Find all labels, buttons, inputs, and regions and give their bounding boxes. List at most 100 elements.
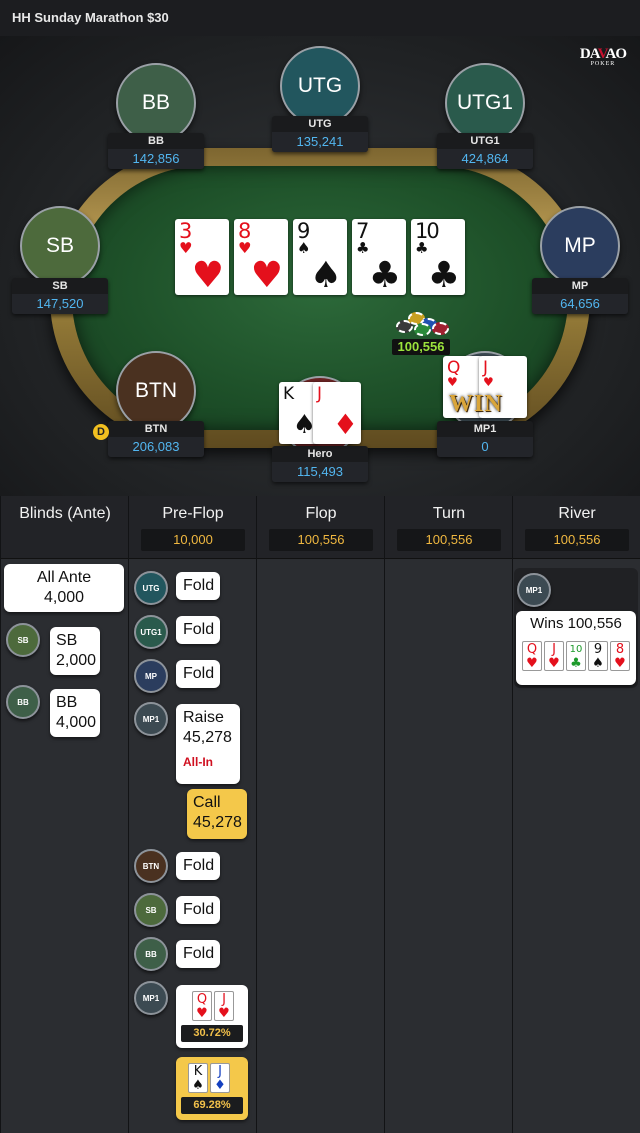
club-suit-icon: ♣: [368, 255, 401, 296]
seat-mp-label: MP: [564, 234, 596, 257]
all-in-tag: All-In: [183, 755, 213, 769]
spade-suit-icon: ♠: [309, 255, 342, 296]
pot-chips-icon: [394, 308, 450, 338]
bb-amount: 4,000: [56, 714, 97, 731]
street-title: Turn: [432, 505, 466, 522]
title-bar: HH Sunday Marathon $30: [0, 0, 640, 36]
mini-card-rank: 8: [615, 642, 625, 657]
seat-utg1-avatar[interactable]: UTG1: [445, 63, 525, 143]
mini-card-rank: J: [552, 642, 556, 657]
sb-amount: 2,000: [56, 652, 97, 669]
logo-text-c: AO: [605, 46, 627, 62]
winning-card: Q ♥: [522, 641, 542, 671]
hero-showdown-hand: K ♠ J ♦ 69.28%: [176, 1057, 248, 1120]
seat-btn-plate: BTN 206,083: [108, 421, 204, 457]
seat-utg-plate: UTG 135,241: [272, 116, 368, 152]
seat-sb-avatar[interactable]: SB: [20, 206, 100, 286]
win-badge: WIN: [449, 391, 503, 417]
mini-card-rank: J: [222, 992, 226, 1007]
seat-bb-stack: 142,856: [108, 149, 204, 169]
seat-hero-plate: Hero 115,493: [272, 446, 368, 482]
street-header-flop: Flop 100,556: [257, 496, 385, 559]
heart-suit-icon: ♥: [250, 255, 283, 296]
seat-btn-avatar[interactable]: BTN: [116, 351, 196, 431]
spade-suit-icon: ♠: [192, 1078, 204, 1093]
heart-suit-icon: ♥: [614, 656, 626, 671]
sb-blind-action: SB 2,000: [50, 627, 100, 675]
mini-card-rank: 10: [569, 644, 583, 655]
street-column-flop: Flop 100,556: [256, 496, 385, 1133]
winning-card: 9 ♠: [588, 641, 608, 671]
street-header-blinds: Blinds (Ante): [1, 496, 129, 559]
seat-sb-stack: 147,520: [12, 294, 108, 314]
heart-suit-icon: ♥: [191, 255, 224, 296]
street-title: Blinds (Ante): [19, 505, 111, 522]
tournament-title: HH Sunday Marathon $30: [12, 10, 169, 25]
bb-fold-action: Fold: [176, 940, 220, 968]
street-pot: 100,556: [397, 529, 501, 551]
seat-hero-stack: 115,493: [272, 462, 368, 482]
heart-suit-icon: ♥: [179, 239, 193, 257]
hero-card-1-rank: K: [283, 384, 294, 404]
board-card-2: 8 ♥ ♥: [234, 219, 288, 295]
heart-suit-icon: ♥: [218, 1006, 230, 1021]
hand-history-screen: HH Sunday Marathon $30 DAVAO POKER BB BB…: [0, 0, 640, 1133]
player-badge-mp[interactable]: MP: [134, 659, 168, 693]
raise-amount: 45,278: [183, 729, 232, 746]
player-badge-mp1[interactable]: MP1: [134, 981, 168, 1015]
wins-amount: Wins 100,556: [530, 615, 622, 632]
seat-utg1-name: UTG1: [470, 135, 500, 147]
player-badge-utg1[interactable]: UTG1: [134, 615, 168, 649]
action-history-grid: Blinds (Ante) Pre-Flop 10,000 Flop 100,556…: [0, 496, 640, 1133]
street-header-preflop: Pre-Flop 10,000: [129, 496, 257, 559]
seat-bb-plate: BB 142,856: [108, 133, 204, 169]
seat-utg-label: UTG: [297, 74, 343, 97]
mini-card-rank: Q: [196, 992, 208, 1007]
player-badge-bb[interactable]: BB: [134, 937, 168, 971]
street-header-river: River 100,556: [513, 496, 640, 559]
seat-bb-label: BB: [141, 91, 170, 114]
club-suit-icon: ♣: [427, 255, 460, 296]
street-pot: 100,556: [269, 529, 373, 551]
mini-card: J ♦: [210, 1063, 230, 1093]
spade-suit-icon: ♠: [297, 239, 311, 257]
hero-equity: 69.28%: [181, 1097, 243, 1114]
street-pot: 10,000: [141, 529, 245, 551]
board-card-5: 10 ♣ ♣: [411, 219, 465, 295]
hero-call-action: Call 45,278: [187, 789, 247, 839]
seat-utg1-label: UTG1: [456, 91, 513, 114]
mini-card-rank: J: [218, 1064, 222, 1079]
winning-card: 10 ♣: [566, 641, 586, 671]
player-badge-utg[interactable]: UTG: [134, 571, 168, 605]
winning-card: 8 ♥: [610, 641, 630, 671]
player-badge-bb[interactable]: BB: [6, 685, 40, 719]
player-badge-sb[interactable]: SB: [134, 893, 168, 927]
player-badge-mp1[interactable]: MP1: [134, 702, 168, 736]
sb-label: SB: [56, 632, 78, 649]
ante-label: All Ante: [36, 569, 92, 586]
mini-card-rank: 9: [593, 642, 603, 657]
heart-suit-icon: ♥: [196, 1006, 208, 1021]
pot-amount: 100,556: [392, 339, 450, 355]
seat-utg-name: UTG: [308, 118, 332, 130]
mini-card-rank: K: [193, 1064, 203, 1079]
mini-card: K ♠: [188, 1063, 208, 1093]
diamond-suit-icon: ♦: [332, 408, 358, 441]
btn-fold-action: Fold: [176, 852, 220, 880]
seat-mp1-name: MP1: [473, 423, 497, 435]
seat-mp-avatar[interactable]: MP: [540, 206, 620, 286]
street-column-turn: Turn 100,556: [384, 496, 513, 1133]
seat-btn-label: BTN: [135, 379, 177, 402]
player-badge-btn[interactable]: BTN: [134, 849, 168, 883]
sb-fold-action: Fold: [176, 896, 220, 924]
call-amount: 45,278: [193, 814, 242, 831]
player-badge-sb[interactable]: SB: [6, 623, 40, 657]
ante-action: All Ante 4,000: [4, 564, 124, 612]
seat-bb-avatar[interactable]: BB: [116, 63, 196, 143]
board-card-3: 9 ♠ ♠: [293, 219, 347, 295]
bb-label: BB: [56, 694, 78, 711]
mini-card: J ♥: [214, 991, 234, 1021]
board-card-4: 7 ♣ ♣: [352, 219, 406, 295]
seat-utg-avatar[interactable]: UTG: [280, 46, 360, 126]
player-badge-mp1[interactable]: MP1: [517, 573, 551, 607]
